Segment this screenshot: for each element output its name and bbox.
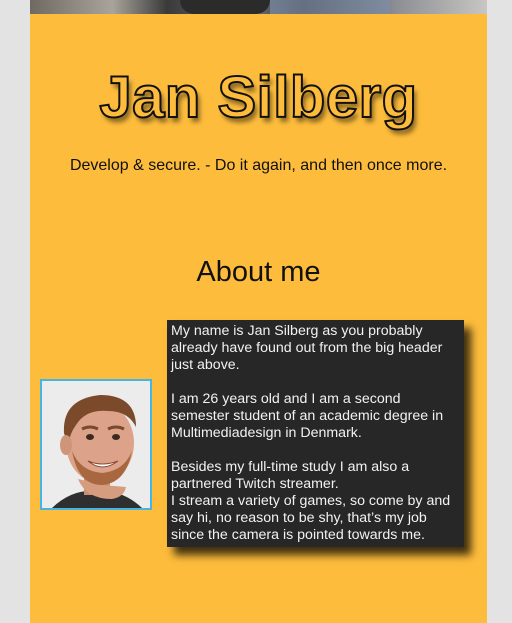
page-title: Jan Silberg xyxy=(98,64,418,131)
profile-photo xyxy=(40,379,152,510)
about-text-box: My name is Jan Silberg as you probably a… xyxy=(167,320,464,547)
profile-portrait-image xyxy=(42,381,150,508)
header-banner-image xyxy=(30,0,487,14)
bio-paragraph-twitch: Besides my full-time study I am also a p… xyxy=(171,459,410,492)
tagline: Develop & secure. - Do it again, and the… xyxy=(69,157,448,174)
page-container: Jan Silberg Develop & secure. - Do it ag… xyxy=(30,0,487,623)
bio-paragraph-stream: I stream a variety of games, so come by … xyxy=(171,493,451,543)
bio-paragraph-intro: My name is Jan Silberg as you probably a… xyxy=(171,323,443,373)
about-heading: About me xyxy=(196,256,321,288)
bio-paragraph-education: I am 26 years old and I am a second seme… xyxy=(171,391,444,441)
